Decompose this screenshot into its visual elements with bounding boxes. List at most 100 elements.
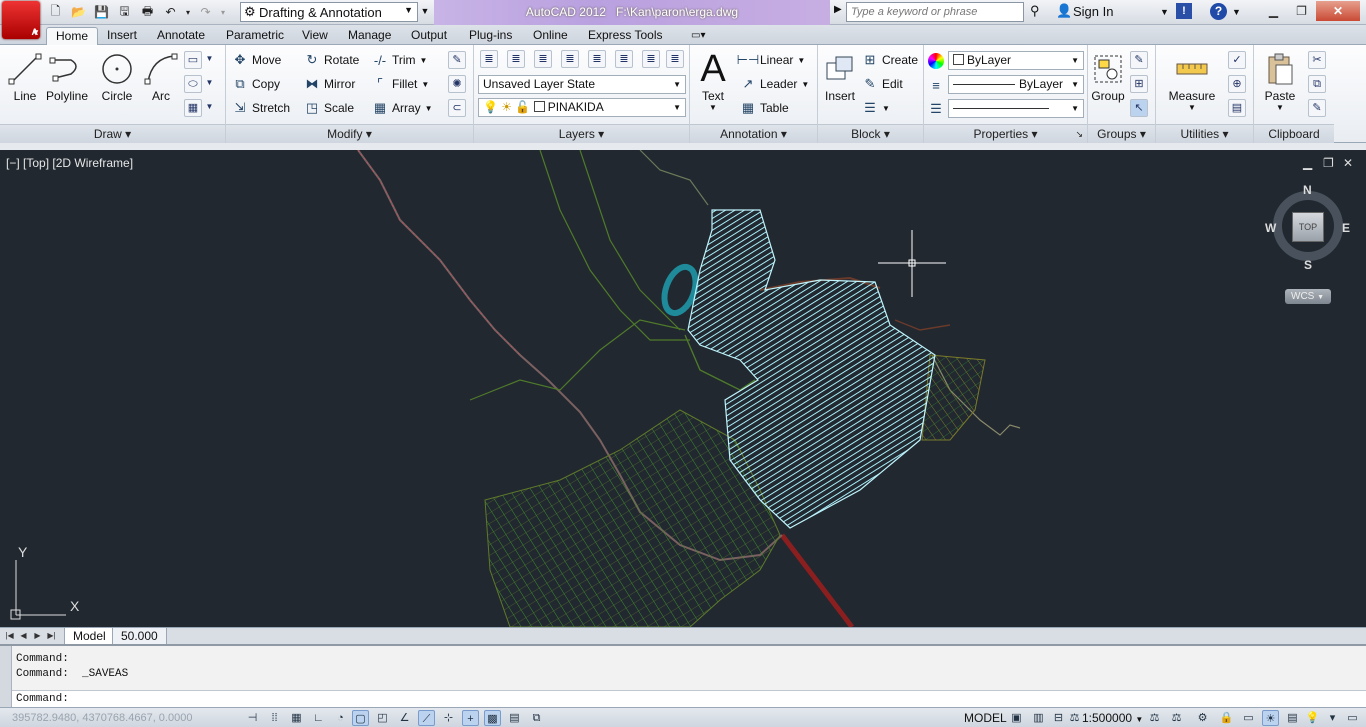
text-button[interactable]: A Text ▼ <box>690 48 736 113</box>
chevron-down-icon[interactable]: ▼ <box>420 56 428 65</box>
status-tray-icon[interactable]: ▤ <box>1284 710 1301 726</box>
tab-output[interactable]: Output <box>402 27 456 45</box>
search-expand-icon[interactable]: ▶ <box>834 4 842 15</box>
layer-states-icon[interactable]: ≣ <box>507 50 525 68</box>
save-as-icon[interactable]: 🖫 <box>115 3 134 21</box>
tab-plug-ins[interactable]: Plug-ins <box>460 27 521 45</box>
next-layout-icon[interactable]: ▶ <box>32 630 43 642</box>
tab-home[interactable]: Home <box>46 27 99 45</box>
compass-west[interactable]: W <box>1265 221 1276 235</box>
stretch-button[interactable]: ⇲ Stretch <box>232 98 290 118</box>
viewcube[interactable]: TOP N S E W <box>1265 183 1350 272</box>
annotation-visibility-icon[interactable]: ⚖ <box>1146 710 1163 726</box>
groups-panel-title[interactable]: Groups ▾ <box>1088 124 1155 143</box>
ribbon-minimize-icon[interactable]: ▭▾ <box>682 27 714 45</box>
object-snap-tracking-icon[interactable]: ∠ <box>396 710 413 726</box>
linetype-dropdown[interactable]: ByLayer ▼ <box>948 75 1084 94</box>
tab-manage[interactable]: Manage <box>339 27 400 45</box>
snap-mode-icon[interactable]: ⁞⁞ <box>266 710 283 726</box>
chevron-down-icon[interactable]: ▼ <box>882 104 890 113</box>
calculator-icon[interactable]: ▤ <box>1228 99 1246 117</box>
polyline-button[interactable]: Polyline <box>40 49 94 103</box>
layer-unisolate-icon[interactable]: ≣ <box>561 50 579 68</box>
cut-icon[interactable]: ✂ <box>1308 51 1326 69</box>
plot-icon[interactable]: 🖶 <box>138 3 157 21</box>
clean-screen-icon[interactable]: ▭ <box>1344 710 1361 726</box>
create-block-button[interactable]: ⊞ Create <box>862 50 918 70</box>
ungroup-icon[interactable]: ✎ <box>1130 51 1148 69</box>
dynamic-input-icon[interactable]: ⊹ <box>440 710 457 726</box>
group-selection-icon[interactable]: ↖ <box>1130 99 1148 117</box>
leader-button[interactable]: ↗ Leader ▼ <box>740 74 810 94</box>
paste-button[interactable]: Paste ▼ <box>1258 49 1302 112</box>
layer-properties-icon[interactable]: ≣ <box>480 50 498 68</box>
help-icon[interactable]: ? <box>1210 3 1227 20</box>
layer-dropdown[interactable]: 💡 ☀ 🔓 PINAKIDA ▼ <box>478 98 686 117</box>
annotation-scale-icon[interactable]: ⚖ <box>1066 710 1083 726</box>
rotate-button[interactable]: ↻ Rotate <box>304 50 360 70</box>
chevron-down-icon[interactable]: ▼ <box>690 103 736 112</box>
chevron-down-icon[interactable]: ▼ <box>203 51 216 69</box>
chevron-down-icon[interactable]: ▼ <box>797 56 805 65</box>
copy-clip-icon[interactable]: ⧉ <box>1308 75 1326 93</box>
workspace-switching-gear-icon[interactable]: ⚙ <box>1194 710 1211 726</box>
hardware-acceleration-icon[interactable]: ▭ <box>1240 710 1257 726</box>
drawing-canvas[interactable] <box>0 150 1366 627</box>
search-input[interactable]: Type a keyword or phrase <box>846 2 1024 22</box>
wcs-menu-button[interactable]: WCS ▼ <box>1285 289 1331 304</box>
erase-icon[interactable]: ✎ <box>448 51 466 69</box>
exchange-icon[interactable]: ! <box>1176 3 1192 19</box>
match-properties-brush-icon[interactable]: ✎ <box>1308 99 1326 117</box>
annotation-scale-dropdown[interactable]: 1:500000 ▼ <box>1082 711 1143 725</box>
tab-view[interactable]: View <box>293 27 337 45</box>
block-panel-title[interactable]: Block ▾ <box>818 124 923 143</box>
layer-isolate-icon[interactable]: ≣ <box>534 50 552 68</box>
lineweight-toggle-icon[interactable]: + <box>462 710 479 726</box>
chevron-down-icon[interactable]: ▼ <box>801 80 809 89</box>
coordinates-readout[interactable]: 395782.9480, 4370768.4667, 0.0000 <box>12 712 192 724</box>
compass-north[interactable]: N <box>1303 183 1312 197</box>
layers-panel-title[interactable]: Layers ▾ <box>474 124 689 143</box>
status-menu-icon[interactable]: ▾ <box>1324 710 1341 726</box>
compass-east[interactable]: E <box>1342 221 1350 235</box>
modify-panel-title[interactable]: Modify ▾ <box>226 124 473 143</box>
layer-off-icon[interactable]: ≣ <box>615 50 633 68</box>
quick-properties-icon[interactable]: ▤ <box>506 710 523 726</box>
arc-button[interactable]: Arc <box>136 49 186 103</box>
copy-button[interactable]: ⧉ Copy <box>232 74 280 94</box>
tab-annotate[interactable]: Annotate <box>148 27 214 45</box>
array-button[interactable]: ▦ Array ▼ <box>372 98 433 118</box>
selection-cycling-icon[interactable]: ⧉ <box>528 710 545 726</box>
linear-button[interactable]: ⊢⊣ Linear ▼ <box>737 50 806 70</box>
isolate-objects-icon[interactable]: ☀ <box>1262 710 1279 726</box>
offset-icon[interactable]: ⊂ <box>448 99 466 117</box>
object-snap-icon[interactable]: ▢ <box>352 710 369 726</box>
workspace-dropdown[interactable]: ⚙ Drafting & Annotation ▼ <box>240 2 418 22</box>
tab-express-tools[interactable]: Express Tools <box>579 27 671 45</box>
hatch-icon[interactable]: ▦ <box>184 99 202 117</box>
chevron-down-icon[interactable]: ▼ <box>1160 103 1224 112</box>
tab-insert[interactable]: Insert <box>98 27 146 45</box>
group-edit-icon[interactable]: ⊞ <box>1130 75 1148 93</box>
model-space-toggle[interactable]: MODEL <box>964 711 1007 725</box>
match-properties-icon[interactable] <box>928 51 944 71</box>
fillet-button[interactable]: ⌜ Fillet ▼ <box>372 74 429 94</box>
insert-block-button[interactable]: Insert <box>818 49 862 103</box>
polar-tracking-icon[interactable]: ◔ <box>332 710 349 726</box>
id-point-icon[interactable]: ⊕ <box>1228 75 1246 93</box>
chevron-down-icon[interactable]: ▼ <box>1160 7 1169 17</box>
restore-icon[interactable]: ❐ <box>1288 1 1315 21</box>
last-layout-icon[interactable]: ▶| <box>46 630 57 642</box>
pan-icon[interactable]: ⊟ <box>1050 710 1067 726</box>
redo-dropdown-icon[interactable]: ▾ <box>219 3 227 21</box>
dynamic-ucs-icon[interactable]: ⟋ <box>418 710 435 726</box>
properties-panel-title[interactable]: Properties ▾ ↘ <box>924 124 1087 143</box>
viewport-restore-icon[interactable]: ❐ <box>1323 156 1334 170</box>
chevron-down-icon[interactable]: ▼ <box>203 75 216 93</box>
lineweight-dropdown[interactable]: ▼ <box>948 99 1084 118</box>
save-icon[interactable]: 💾 <box>92 3 111 21</box>
tab-layout-50000[interactable]: 50.000 <box>112 628 167 645</box>
tab-model[interactable]: Model <box>64 628 115 645</box>
open-folder-icon[interactable]: 📂 <box>69 3 88 21</box>
edit-block-button[interactable]: ✎ Edit <box>862 74 903 94</box>
